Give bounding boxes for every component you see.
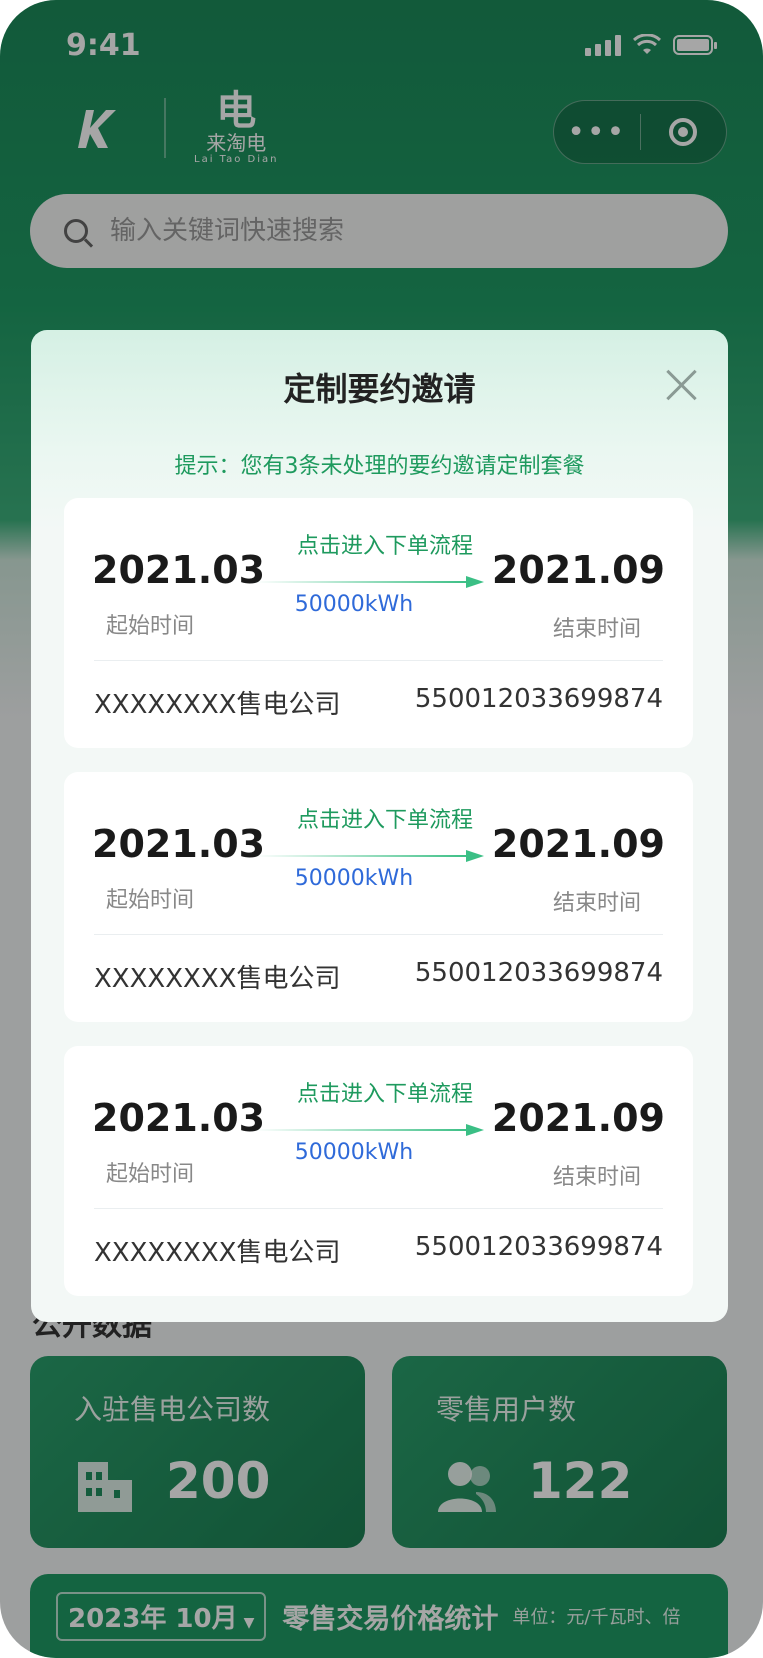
modal-tip: 提示：您有3条未处理的要约邀请定制套餐	[174, 454, 585, 479]
offer-invitation-modal: 定制要约邀请 提示：您有3条未处理的要约邀请定制套餐 2021.03 起始时间 …	[31, 330, 728, 1322]
arrow-right-icon	[254, 1124, 484, 1136]
offer-number: 550012033699874	[414, 684, 663, 714]
app-screen: 9:41 电 来淘电 Lai Tao Dian ••• 输入关键词快速搜索 公开…	[0, 0, 763, 1658]
offer-card[interactable]: 2021.03 起始时间 点击进入下单流程 50000kWh 2021.09 结…	[64, 498, 693, 748]
end-label: 结束时间	[552, 891, 641, 916]
company-name: XXXXXXXX售电公司	[94, 964, 341, 994]
arrow-right-icon	[254, 850, 484, 862]
offer-card[interactable]: 2021.03 起始时间 点击进入下单流程 50000kWh 2021.09 结…	[64, 1046, 693, 1296]
energy-amount: 50000kWh	[294, 866, 414, 891]
modal-title: 定制要约邀请	[283, 370, 476, 408]
card-divider	[94, 660, 663, 661]
offer-card[interactable]: 2021.03 起始时间 点击进入下单流程 50000kWh 2021.09 结…	[64, 772, 693, 1022]
start-date: 2021.03	[92, 1096, 266, 1140]
end-date: 2021.09	[491, 822, 665, 866]
start-label: 起始时间	[106, 888, 195, 913]
company-name: XXXXXXXX售电公司	[94, 690, 341, 720]
start-date: 2021.03	[92, 822, 266, 866]
start-date: 2021.03	[92, 548, 266, 592]
offer-number: 550012033699874	[414, 958, 663, 988]
enter-order-link[interactable]: 点击进入下单流程	[280, 802, 490, 834]
end-date: 2021.09	[491, 1096, 665, 1140]
end-label: 结束时间	[552, 617, 641, 642]
company-name: XXXXXXXX售电公司	[94, 1238, 341, 1268]
arrow-right-icon	[254, 576, 484, 588]
start-label: 起始时间	[106, 1162, 195, 1187]
offer-number: 550012033699874	[414, 1232, 663, 1262]
enter-order-link[interactable]: 点击进入下单流程	[280, 1076, 490, 1108]
enter-order-link[interactable]: 点击进入下单流程	[280, 528, 490, 560]
energy-amount: 50000kWh	[294, 592, 414, 617]
card-divider	[94, 1208, 663, 1209]
energy-amount: 50000kWh	[294, 1140, 414, 1165]
close-icon[interactable]	[664, 368, 698, 402]
end-date: 2021.09	[491, 548, 665, 592]
card-divider	[94, 934, 663, 935]
start-label: 起始时间	[106, 614, 195, 639]
end-label: 结束时间	[552, 1165, 641, 1190]
